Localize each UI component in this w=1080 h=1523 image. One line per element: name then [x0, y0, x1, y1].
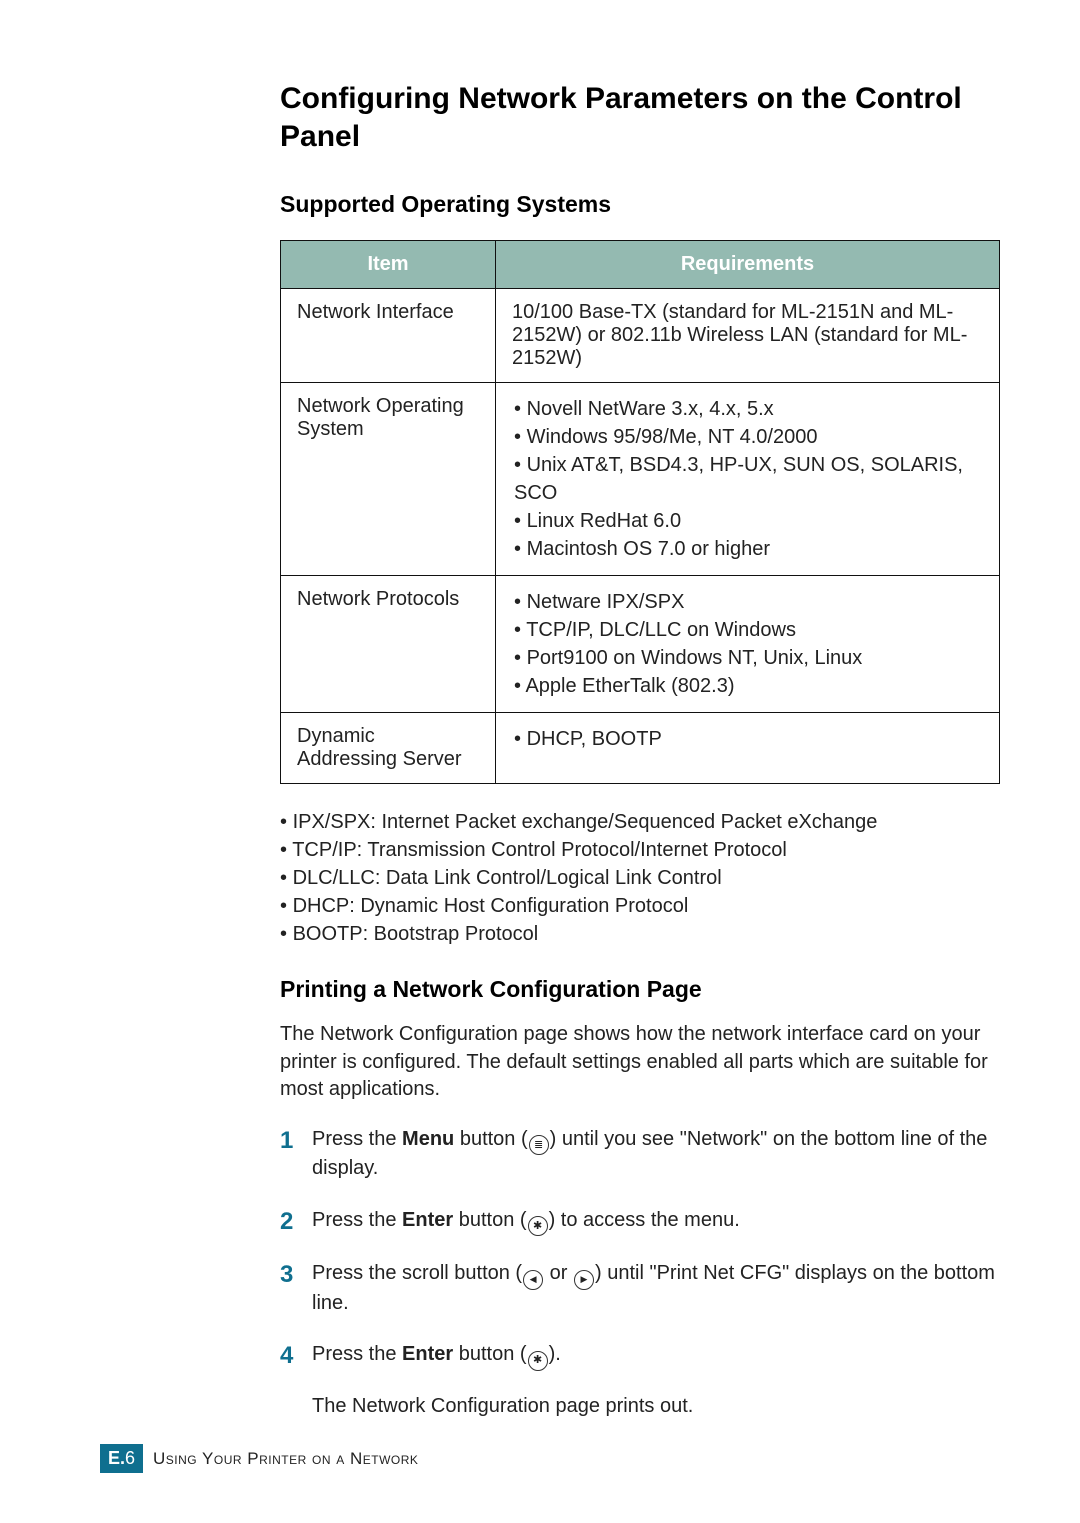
step-text: Press the scroll button (: [312, 1262, 522, 1284]
step-number: 2: [280, 1205, 293, 1238]
list-item: Netware IPX/SPX: [514, 588, 983, 616]
requirements-table: Item Requirements Network Interface 10/1…: [280, 240, 1000, 784]
table-cell-item: Network Protocols: [281, 576, 496, 713]
step-text: ) to access the menu.: [549, 1209, 740, 1231]
document-page: Configuring Network Parameters on the Co…: [0, 0, 1080, 1523]
table-cell-item: Network Operating System: [281, 383, 496, 576]
step-item: 2 Press the Enter button ( ) to access th…: [280, 1207, 1000, 1237]
table-cell-req: Netware IPX/SPX TCP/IP, DLC/LLC on Windo…: [496, 576, 1000, 713]
table-row: Dynamic Addressing Server DHCP, BOOTP: [281, 713, 1000, 784]
step-number: 4: [280, 1339, 293, 1372]
step-bold: Enter: [402, 1209, 453, 1231]
req-list: Netware IPX/SPX TCP/IP, DLC/LLC on Windo…: [512, 588, 983, 700]
list-item: DHCP, BOOTP: [514, 725, 983, 753]
step-item: 4 Press the Enter button (). The Network…: [280, 1341, 1000, 1420]
table-header-requirements: Requirements: [496, 241, 1000, 289]
list-item: Novell NetWare 3.x, 4.x, 5.x: [514, 395, 983, 423]
footer-page-number: 6: [125, 1448, 135, 1468]
scroll-right-icon: [574, 1270, 594, 1290]
footer-badge: E.6: [100, 1444, 143, 1473]
table-row: Network Interface 10/100 Base-TX (standa…: [281, 289, 1000, 383]
step-text: Press the: [312, 1343, 402, 1365]
step-text: Press the: [312, 1128, 402, 1150]
step-item: 1 Press the Menu button () until you see…: [280, 1126, 1000, 1183]
section-heading-print-config: Printing a Network Configuration Page: [280, 976, 1000, 1003]
list-item: Linux RedHat 6.0: [514, 507, 983, 535]
step-bold: Enter: [402, 1343, 453, 1365]
step-number: 1: [280, 1124, 293, 1157]
list-item: Macintosh OS 7.0 or higher: [514, 535, 983, 563]
step-bold: Menu: [402, 1128, 454, 1150]
definitions-list: IPX/SPX: Internet Packet exchange/Sequen…: [280, 808, 1000, 948]
step-item: 3 Press the scroll button ( or ) until "…: [280, 1260, 1000, 1317]
list-item: TCP/IP, DLC/LLC on Windows: [514, 616, 983, 644]
page-footer: E.6 Using Your Printer on a Network: [100, 1444, 418, 1473]
table-cell-req: 10/100 Base-TX (standard for ML-2151N an…: [496, 289, 1000, 383]
page-title: Configuring Network Parameters on the Co…: [280, 80, 1000, 155]
table-cell-req: Novell NetWare 3.x, 4.x, 5.x Windows 95/…: [496, 383, 1000, 576]
list-item: TCP/IP: Transmission Control Protocol/In…: [280, 836, 1000, 864]
step-subtext: The Network Configuration page prints ou…: [312, 1393, 1000, 1421]
table-cell-item: Network Interface: [281, 289, 496, 383]
menu-icon: [529, 1135, 549, 1155]
table-header-item: Item: [281, 241, 496, 289]
step-text: or: [544, 1262, 573, 1284]
table-cell-item: Dynamic Addressing Server: [281, 713, 496, 784]
req-list: Novell NetWare 3.x, 4.x, 5.x Windows 95/…: [512, 395, 983, 563]
enter-icon: [528, 1351, 548, 1371]
table-row: Network Operating System Novell NetWare …: [281, 383, 1000, 576]
footer-text: Using Your Printer on a Network: [153, 1449, 418, 1469]
list-item: Apple EtherTalk (802.3): [514, 672, 983, 700]
list-item: BOOTP: Bootstrap Protocol: [280, 920, 1000, 948]
step-text: button (: [453, 1209, 526, 1231]
footer-section-letter: E.: [108, 1448, 125, 1468]
list-item: Windows 95/98/Me, NT 4.0/2000: [514, 423, 983, 451]
enter-icon: [528, 1216, 548, 1236]
step-text: ).: [549, 1343, 561, 1365]
intro-paragraph: The Network Configuration page shows how…: [280, 1021, 1000, 1104]
list-item: DLC/LLC: Data Link Control/Logical Link …: [280, 864, 1000, 892]
list-item: DHCP: Dynamic Host Configuration Protoco…: [280, 892, 1000, 920]
step-text: button (: [454, 1128, 527, 1150]
list-item: IPX/SPX: Internet Packet exchange/Sequen…: [280, 808, 1000, 836]
section-heading-supported-os: Supported Operating Systems: [280, 191, 1000, 218]
step-text: button (: [453, 1343, 526, 1365]
steps-list: 1 Press the Menu button () until you see…: [280, 1126, 1000, 1421]
list-item: Port9100 on Windows NT, Unix, Linux: [514, 644, 983, 672]
scroll-left-icon: [523, 1270, 543, 1290]
table-row: Network Protocols Netware IPX/SPX TCP/IP…: [281, 576, 1000, 713]
step-text: Press the: [312, 1209, 402, 1231]
table-cell-req: DHCP, BOOTP: [496, 713, 1000, 784]
req-list: DHCP, BOOTP: [512, 725, 983, 753]
list-item: Unix AT&T, BSD4.3, HP-UX, SUN OS, SOLARI…: [514, 451, 983, 507]
step-number: 3: [280, 1258, 293, 1291]
